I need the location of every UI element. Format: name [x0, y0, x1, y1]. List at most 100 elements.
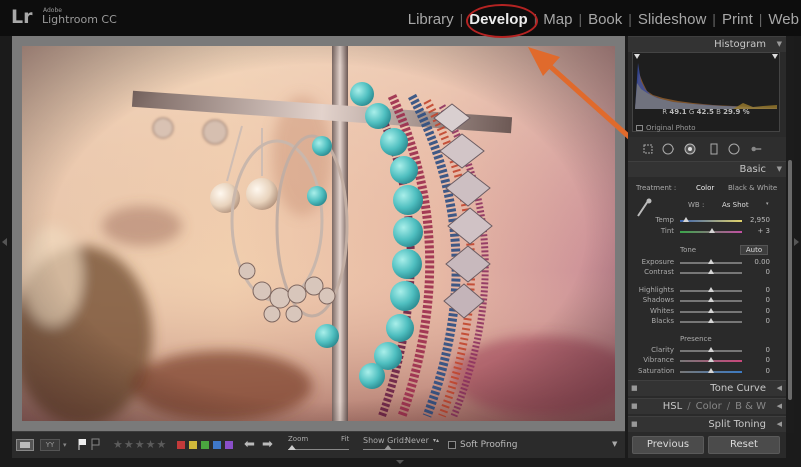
flag-reject-icon[interactable] — [91, 438, 100, 450]
whites-value[interactable]: 0 — [746, 307, 770, 315]
chevron-down-icon[interactable]: ▾ — [766, 201, 769, 207]
before-after-view-icon[interactable]: YY — [40, 439, 60, 451]
next-photo-arrow-icon[interactable]: ➡ — [262, 437, 273, 452]
previous-button[interactable]: Previous — [632, 436, 704, 454]
grid-slider[interactable] — [363, 449, 433, 450]
soft-proofing-checkbox[interactable] — [448, 441, 456, 449]
star-rating[interactable]: ★★★★★ — [113, 438, 167, 451]
toolbar-menu-caret-icon[interactable]: ▼ — [612, 440, 617, 448]
module-separator: | — [628, 11, 632, 27]
panel-scrollbar-thumb[interactable] — [788, 160, 792, 400]
tint-slider-thumb[interactable] — [709, 228, 715, 233]
color-label-purple[interactable] — [225, 441, 233, 449]
auto-tone-button[interactable]: Auto — [740, 245, 768, 255]
wb-select[interactable]: As Shot — [722, 201, 749, 209]
r-value: 49.1 — [669, 108, 687, 116]
contrast-slider-thumb[interactable] — [708, 269, 714, 274]
photo-jewelry-stand[interactable] — [22, 46, 615, 421]
tint-value[interactable]: + 3 — [746, 227, 770, 235]
spot-removal-icon[interactable] — [662, 143, 674, 155]
histogram-header[interactable]: Histogram ▼ — [628, 36, 786, 52]
adjustment-brush-icon[interactable] — [750, 143, 762, 155]
split-toning-header[interactable]: ■ Split Toning ◀ — [628, 416, 786, 432]
shadows-slider-thumb[interactable] — [708, 297, 714, 302]
hsl-header[interactable]: ■ HSL / Color / B & W ◀ — [628, 398, 786, 414]
show-grid-label: Show Grid: — [363, 436, 407, 445]
loupe-view-icon[interactable] — [16, 439, 34, 451]
module-print[interactable]: Print — [720, 11, 755, 28]
crop-icon[interactable] — [642, 143, 654, 155]
vibrance-slider-thumb[interactable] — [708, 357, 714, 362]
module-slideshow[interactable]: Slideshow — [636, 11, 708, 28]
panel-switch-icon[interactable]: ■ — [631, 384, 638, 392]
saturation-value[interactable]: 0 — [746, 367, 770, 375]
clarity-value[interactable]: 0 — [746, 346, 770, 354]
vibrance-value[interactable]: 0 — [746, 356, 770, 364]
module-book[interactable]: Book — [586, 11, 624, 28]
bottom-panel-toggle-icon[interactable] — [396, 460, 404, 464]
radial-filter-icon[interactable] — [728, 143, 740, 155]
color-label-green[interactable] — [201, 441, 209, 449]
module-library[interactable]: Library — [406, 11, 456, 28]
previous-photo-arrow-icon[interactable]: ⬅ — [244, 437, 255, 452]
temp-value[interactable]: 2,950 — [746, 216, 770, 224]
eyedropper-icon[interactable] — [634, 198, 652, 220]
tone-curve-header[interactable]: ■ Tone Curve ◀ — [628, 380, 786, 396]
histogram-rgb-readout: R 49.1 G 42.5 B 29.9 % — [632, 108, 780, 116]
color-label-blue[interactable] — [213, 441, 221, 449]
show-grid-select[interactable]: Never — [405, 436, 429, 445]
temp-label: Temp — [655, 216, 674, 224]
panel-switch-icon[interactable]: ■ — [631, 420, 638, 428]
exposure-value[interactable]: 0.00 — [746, 258, 770, 266]
develop-right-panel: Histogram ▼ R 49.1 G 42.5 B 29.9 % Origi… — [628, 36, 786, 458]
panel-bottom-buttons: Previous Reset — [628, 434, 786, 458]
histogram-title: Histogram — [714, 39, 766, 50]
whites-slider-thumb[interactable] — [708, 308, 714, 313]
chevron-down-icon[interactable]: ▾▴ — [433, 437, 439, 444]
contrast-value[interactable]: 0 — [746, 268, 770, 276]
blacks-slider-thumb[interactable] — [708, 318, 714, 323]
graduated-filter-icon[interactable] — [708, 143, 720, 155]
exposure-slider-thumb[interactable] — [708, 259, 714, 264]
whites-label: Whites — [649, 307, 674, 315]
photo-image — [22, 46, 615, 421]
highlights-slider-thumb[interactable] — [708, 287, 714, 292]
flag-pick-icon[interactable] — [78, 438, 87, 450]
red-eye-icon[interactable] — [684, 143, 696, 155]
hsl-tab[interactable]: HSL — [663, 401, 682, 412]
soft-proofing-label: Soft Proofing — [460, 440, 518, 450]
view-mode-caret-icon[interactable]: ▾ — [63, 441, 67, 449]
zoom-fit-label: Fit — [341, 435, 350, 443]
shadows-value[interactable]: 0 — [746, 296, 770, 304]
module-map[interactable]: Map — [541, 11, 574, 28]
color-label-red[interactable] — [177, 441, 185, 449]
temp-slider-thumb[interactable] — [683, 217, 689, 222]
basic-title: Basic — [739, 164, 766, 175]
reset-button[interactable]: Reset — [708, 436, 780, 454]
panel-switch-icon[interactable]: ■ — [631, 402, 638, 410]
blacks-value[interactable]: 0 — [746, 317, 770, 325]
grid-slider-thumb[interactable] — [384, 445, 392, 450]
color-tab[interactable]: Color — [696, 401, 722, 412]
brand-app-name: Lightroom CC — [42, 13, 117, 26]
left-panel-toggle-icon[interactable] — [2, 238, 7, 246]
temp-slider[interactable] — [680, 220, 742, 222]
lightroom-logo: Lr — [11, 6, 33, 28]
tab-separator: / — [726, 401, 731, 412]
right-panel-toggle-icon[interactable] — [794, 238, 799, 246]
treatment-color-option[interactable]: Color — [696, 184, 714, 192]
g-label: G — [688, 108, 695, 116]
clarity-slider-thumb[interactable] — [708, 347, 714, 352]
histogram-graph[interactable] — [632, 52, 780, 132]
module-web[interactable]: Web — [766, 11, 801, 28]
zoom-slider-thumb[interactable] — [288, 445, 296, 450]
original-photo-checkbox[interactable] — [636, 125, 643, 131]
highlights-value[interactable]: 0 — [746, 286, 770, 294]
bw-tab[interactable]: B & W — [735, 401, 766, 412]
color-label-yellow[interactable] — [189, 441, 197, 449]
treatment-bw-option[interactable]: Black & White — [728, 184, 777, 192]
g-value: 42.5 — [696, 108, 714, 116]
basic-header[interactable]: Basic ▼ — [628, 161, 786, 177]
zoom-slider[interactable] — [288, 449, 349, 450]
saturation-slider-thumb[interactable] — [708, 368, 714, 373]
